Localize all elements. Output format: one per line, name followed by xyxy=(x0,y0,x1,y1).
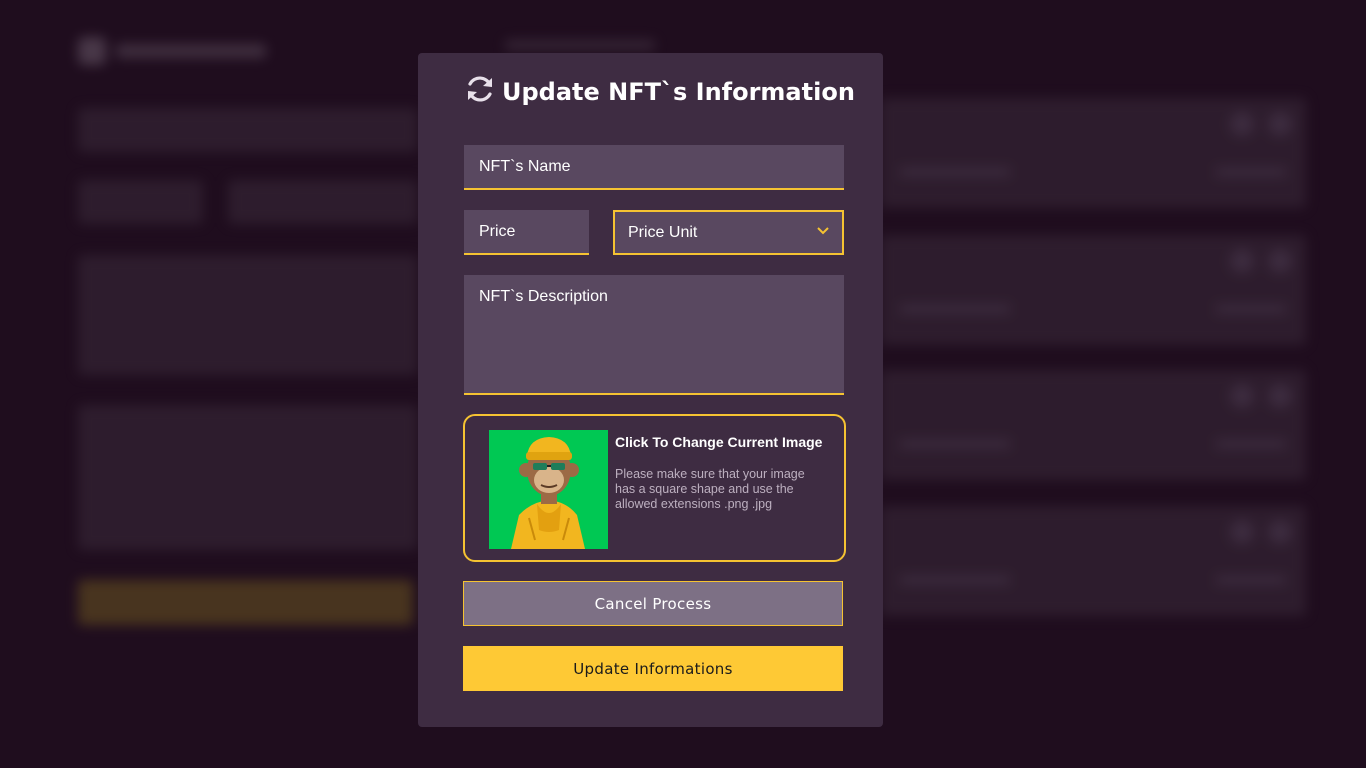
upload-title: Click To Change Current Image xyxy=(615,434,823,450)
price-input[interactable]: Price xyxy=(464,210,589,255)
price-placeholder: Price xyxy=(479,222,516,240)
update-informations-button[interactable]: Update Informations xyxy=(463,646,843,691)
nft-description-textarea[interactable]: NFT`s Description xyxy=(464,275,844,395)
nft-name-placeholder: NFT`s Name xyxy=(479,157,571,175)
background-card xyxy=(880,370,1306,480)
background-field xyxy=(78,180,203,224)
cancel-process-button[interactable]: Cancel Process xyxy=(463,581,843,626)
nft-description-placeholder: NFT`s Description xyxy=(479,288,608,305)
nft-image-preview xyxy=(489,430,608,549)
background-field xyxy=(78,255,418,375)
background-field xyxy=(78,405,418,550)
background-field xyxy=(78,108,418,152)
background-heading xyxy=(505,40,655,50)
nft-name-input[interactable]: NFT`s Name xyxy=(464,145,844,190)
background-logo xyxy=(78,36,278,66)
chevron-down-icon xyxy=(816,223,830,242)
background-button xyxy=(78,580,413,625)
modal-title-text: Update NFT`s Information xyxy=(502,78,855,106)
price-unit-select[interactable]: Price Unit xyxy=(613,210,844,255)
background-card xyxy=(880,98,1306,208)
update-nft-modal: Update NFT`s Information NFT`s Name Pric… xyxy=(418,53,883,727)
modal-title: Update NFT`s Information xyxy=(464,75,855,109)
upload-description: Please make sure that your image has a s… xyxy=(615,467,805,511)
background-card xyxy=(880,235,1306,345)
background-field xyxy=(228,180,418,224)
background-card xyxy=(880,506,1306,616)
image-upload-area[interactable]: Click To Change Current Image Please mak… xyxy=(463,414,846,562)
refresh-icon xyxy=(464,73,496,111)
price-unit-value: Price Unit xyxy=(628,223,698,241)
